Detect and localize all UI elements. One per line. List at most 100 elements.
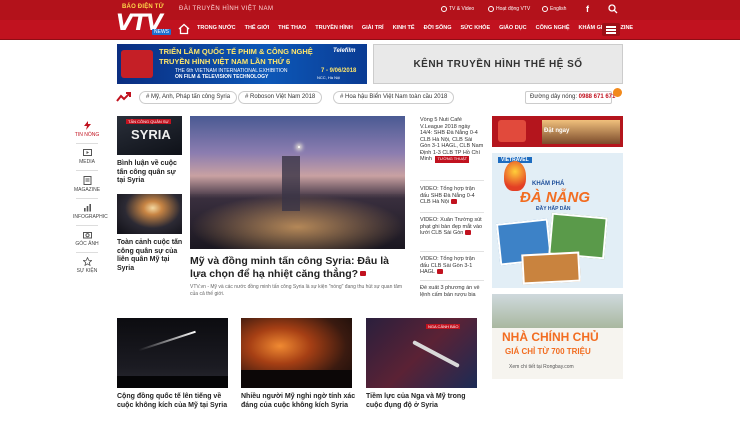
media-icon xyxy=(82,149,92,156)
vtv-activities-link[interactable]: Hoạt động VTV xyxy=(488,6,530,12)
intl-reaction-thumbnail[interactable] xyxy=(117,318,228,388)
sidebar-divider xyxy=(76,252,98,253)
missile-trail xyxy=(138,330,196,352)
hamburger-line xyxy=(606,32,616,34)
side-news-item[interactable]: VIDEO: Tổng hợp trận đấu CLB Sài Gòn 3-1… xyxy=(420,256,484,276)
lightning-icon xyxy=(83,121,91,130)
film-exhibition-banner[interactable]: TRIỂN LÃM QUỐC TẾ PHIM & CÔNG NGHỆ TRUYỀ… xyxy=(117,44,367,84)
hot-air-balloon xyxy=(504,161,526,191)
live-badge: TƯỜNG THUẬT xyxy=(435,156,470,163)
sidebar-item-goc-anh[interactable]: GÓC ẢNH xyxy=(73,230,101,247)
sidebar-divider xyxy=(76,170,98,171)
logo-brand-top: BÁO ĐIỆN TỬ xyxy=(122,4,164,10)
sidebar-item-su-kien[interactable]: SỰ KIỆN xyxy=(73,257,101,274)
menu-item-cong-nghe[interactable]: CÔNG NGHỆ xyxy=(536,25,570,31)
side-news-item[interactable]: VIDEO: Xuân Trường sút phạt ghi bàn đẹp … xyxy=(420,217,484,237)
side-list-divider xyxy=(420,180,484,181)
banner-line-2: TRUYỀN HÌNH VIỆT NAM LẦN THỨ 6 xyxy=(159,57,291,66)
main-menu: TRONG NƯỚC THẾ GIỚI THỂ THAO TRUYỀN HÌNH… xyxy=(197,25,642,31)
english-label: English xyxy=(550,6,567,12)
thumbnail-big-text: SYRIA xyxy=(131,127,171,142)
banner-dates: 7 - 9/06/2018 xyxy=(321,68,357,74)
flag-icon xyxy=(360,271,367,277)
search-icon[interactable] xyxy=(608,4,618,14)
us-doubt-thumbnail[interactable] xyxy=(241,318,352,388)
hotline-phone-icon xyxy=(613,88,622,97)
real-estate-ad-banner[interactable]: NHÀ CHÍNH CHỦ GIÁ CHỈ TỪ 700 TRIỆU Xem c… xyxy=(492,294,623,379)
sidebar-item-infographic[interactable]: INFOGRAPHIC xyxy=(73,203,108,220)
ad-line-3: ĐẦY HẤP DẪN xyxy=(536,206,571,212)
sidebar-item-label: MEDIA xyxy=(79,159,95,165)
sidebar-item-magazine[interactable]: MAGAZINE xyxy=(73,176,101,193)
play-icon xyxy=(441,6,447,12)
hamburger-menu-button[interactable] xyxy=(602,23,620,36)
missile-graphic xyxy=(412,340,460,368)
vietravel-ad-banner[interactable]: VIETRAVEL KHÁM PHÁ ĐÀ NẴNG ĐẦY HẤP DẪN xyxy=(492,153,623,288)
skyline-silhouette xyxy=(241,370,352,388)
banner-line-4: ON FILM & TELEVISION TECHNOLOGY xyxy=(175,74,269,80)
promo-ad-logo xyxy=(498,120,526,142)
main-story-image[interactable] xyxy=(190,116,405,249)
magazine-icon xyxy=(83,176,91,185)
star-icon xyxy=(82,257,92,266)
hamburger-line xyxy=(606,26,616,28)
bottom-story-3-title[interactable]: Tiềm lực của Nga và Mỹ trong cuộc đụng đ… xyxy=(366,393,481,410)
left-story-1-title[interactable]: Bình luận về cuộc tấn công quân sự tại S… xyxy=(117,160,185,186)
bottom-story-1-title[interactable]: Cộng đồng quốc tế lên tiếng về cuộc khôn… xyxy=(117,393,232,410)
thumbnail-label: NGA CẢNH BÁO xyxy=(426,324,461,329)
menu-item-giai-tri[interactable]: GIẢI TRÍ xyxy=(362,25,384,31)
menu-item-kinh-te[interactable]: KINH TẾ xyxy=(393,25,415,31)
facebook-icon[interactable]: f xyxy=(586,4,589,14)
digital-tv-banner[interactable]: KÊNH TRUYỀN HÌNH THẾ HỆ SỐ xyxy=(373,44,623,84)
syria-commentary-thumbnail[interactable]: TẤN CÔNG QUÂN SỰ SYRIA xyxy=(117,116,182,155)
hotline-label: Đường dây nóng: xyxy=(530,94,577,100)
russia-us-thumbnail[interactable]: NGA CẢNH BÁO xyxy=(366,318,477,388)
menu-item-suc-khoe[interactable]: SỨC KHỎE xyxy=(461,25,491,31)
menu-item-doi-song[interactable]: ĐỜI SỐNG xyxy=(424,25,452,31)
left-story-2-title[interactable]: Toàn cảnh cuộc tấn công quân sự của liên… xyxy=(117,239,185,273)
hotline-box[interactable]: Đường dây nóng: 0988 671 671 xyxy=(525,91,615,104)
bottom-story-2-title[interactable]: Nhiều người Mỹ nghi ngờ tính xác đáng củ… xyxy=(241,393,356,410)
side-news-item[interactable]: Vòng 5 Nuti Café V.League 2018 ngày 14/4… xyxy=(420,117,484,163)
sidebar-item-label: TIN NÓNG xyxy=(74,132,100,138)
airstrike-overview-thumbnail[interactable] xyxy=(117,194,182,234)
vtv-logo[interactable]: BÁO ĐIỆN TỬ VTV NEWS xyxy=(116,2,171,38)
ad-footer: Xem chi tiết tại Rongbay.com xyxy=(509,364,574,370)
sidebar-divider xyxy=(76,143,98,144)
menu-item-the-gioi[interactable]: THẾ GIỚI xyxy=(245,25,270,31)
flag-icon xyxy=(451,199,458,205)
info-icon xyxy=(488,6,494,12)
menu-item-the-thao[interactable]: THỂ THAO xyxy=(278,25,306,31)
promo-ad-banner[interactable]: Đặt ngay xyxy=(492,116,623,147)
menu-item-trong-nuoc[interactable]: TRONG NƯỚC xyxy=(197,25,236,31)
home-icon[interactable] xyxy=(178,23,190,35)
side-list-divider xyxy=(420,280,484,281)
thumbnail-label: TẤN CÔNG QUÂN SỰ xyxy=(126,119,171,124)
english-link[interactable]: English xyxy=(542,6,566,12)
ad-line-2: ĐÀ NẴNG xyxy=(520,189,590,206)
logo-news-badge: NEWS xyxy=(152,29,171,35)
side-news-item[interactable]: VIDEO: Tổng hợp trận đấu SHB Đà Nẵng 0-4… xyxy=(420,186,484,206)
sidebar-divider xyxy=(76,198,98,199)
main-story-title[interactable]: Mỹ và đồng minh tấn công Syria: Đâu là l… xyxy=(190,255,405,280)
exhibition-logo xyxy=(121,50,153,78)
sidebar-item-tin-nong[interactable]: TIN NÓNG xyxy=(73,121,101,138)
ground-silhouette xyxy=(117,376,228,388)
ad-line-1: KHÁM PHÁ xyxy=(532,181,565,187)
flag-icon xyxy=(465,230,472,236)
menu-item-truyen-hinh[interactable]: TRUYỀN HÌNH xyxy=(315,25,353,31)
menu-item-giao-duc[interactable]: GIÁO DỤC xyxy=(499,25,527,31)
trending-tag-1[interactable]: # Mỹ, Anh, Pháp tấn công Syria xyxy=(139,91,238,104)
missile-light xyxy=(298,146,300,148)
side-list-divider xyxy=(420,251,484,252)
trending-tag-3[interactable]: # Hoa hậu Biển Việt Nam toàn cầu 2018 xyxy=(333,91,455,104)
vtv-activities-label: Hoạt động VTV xyxy=(496,6,531,12)
side-news-item[interactable]: Đề xuất 3 phương án về lệnh cấm bán rượu… xyxy=(420,285,484,301)
side-news-text: VIDEO: Tổng hợp trận đấu CLB Sài Gòn 3-1… xyxy=(420,256,475,275)
sidebar-item-media[interactable]: MEDIA xyxy=(73,148,101,165)
digital-tv-banner-text: KÊNH TRUYỀN HÌNH THẾ HỆ SỐ xyxy=(413,59,583,70)
trending-tag-2[interactable]: # Roboson Việt Nam 2018 xyxy=(238,91,323,104)
tv-video-link[interactable]: TV & Video xyxy=(441,6,474,12)
site-tagline: ĐÀI TRUYỀN HÌNH VIỆT NAM xyxy=(179,6,274,12)
sidebar-item-label: INFOGRAPHIC xyxy=(73,214,108,220)
